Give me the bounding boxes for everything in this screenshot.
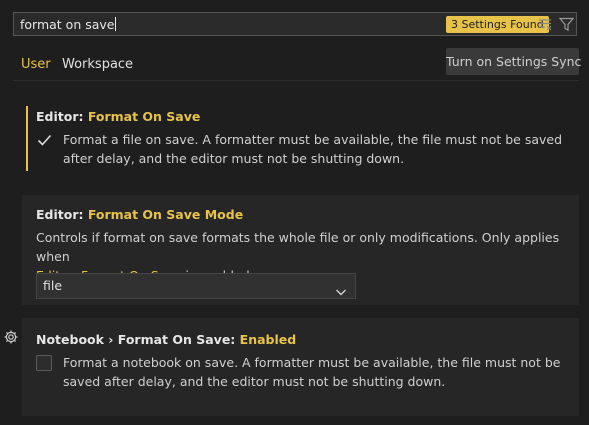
results-count-badge: 3 Settings Found [446, 16, 549, 33]
setting-format-on-save: Editor: Format On Save Format a file on … [22, 104, 579, 172]
setting-description: Format a file on save. A formatter must … [63, 132, 563, 166]
search-input[interactable]: format on save [20, 17, 117, 32]
tabs-divider [13, 80, 579, 81]
clear-filter-icon[interactable] [538, 17, 553, 34]
setting-title: Notebook › Format On Save: Enabled [36, 332, 297, 347]
tab-workspace[interactable]: Workspace [62, 57, 133, 72]
settings-search[interactable]: format on save 3 Settings Found [13, 12, 577, 36]
chevron-down-icon [335, 281, 347, 305]
format-on-save-mode-select[interactable]: file [36, 273, 356, 299]
checkmark-icon [37, 134, 52, 146]
setting-format-on-save-mode: Editor: Format On Save Mode Controls if … [22, 195, 579, 305]
setting-title: Editor: Format On Save [36, 109, 201, 124]
focus-indicator [26, 106, 28, 171]
settings-sync-button[interactable]: Turn on Settings Sync [446, 48, 581, 75]
setting-notebook-format-on-save: Notebook › Format On Save: Enabled Forma… [22, 318, 579, 416]
filter-icon[interactable] [558, 17, 575, 35]
notebook-format-on-save-checkbox[interactable] [36, 355, 52, 371]
select-value: file [43, 278, 63, 293]
format-on-save-checkbox[interactable] [36, 132, 52, 148]
setting-title: Editor: Format On Save Mode [36, 207, 244, 222]
setting-description: Format a notebook on save. A formatter m… [63, 355, 561, 389]
gear-icon[interactable] [4, 330, 18, 347]
tab-user[interactable]: User [15, 57, 57, 81]
